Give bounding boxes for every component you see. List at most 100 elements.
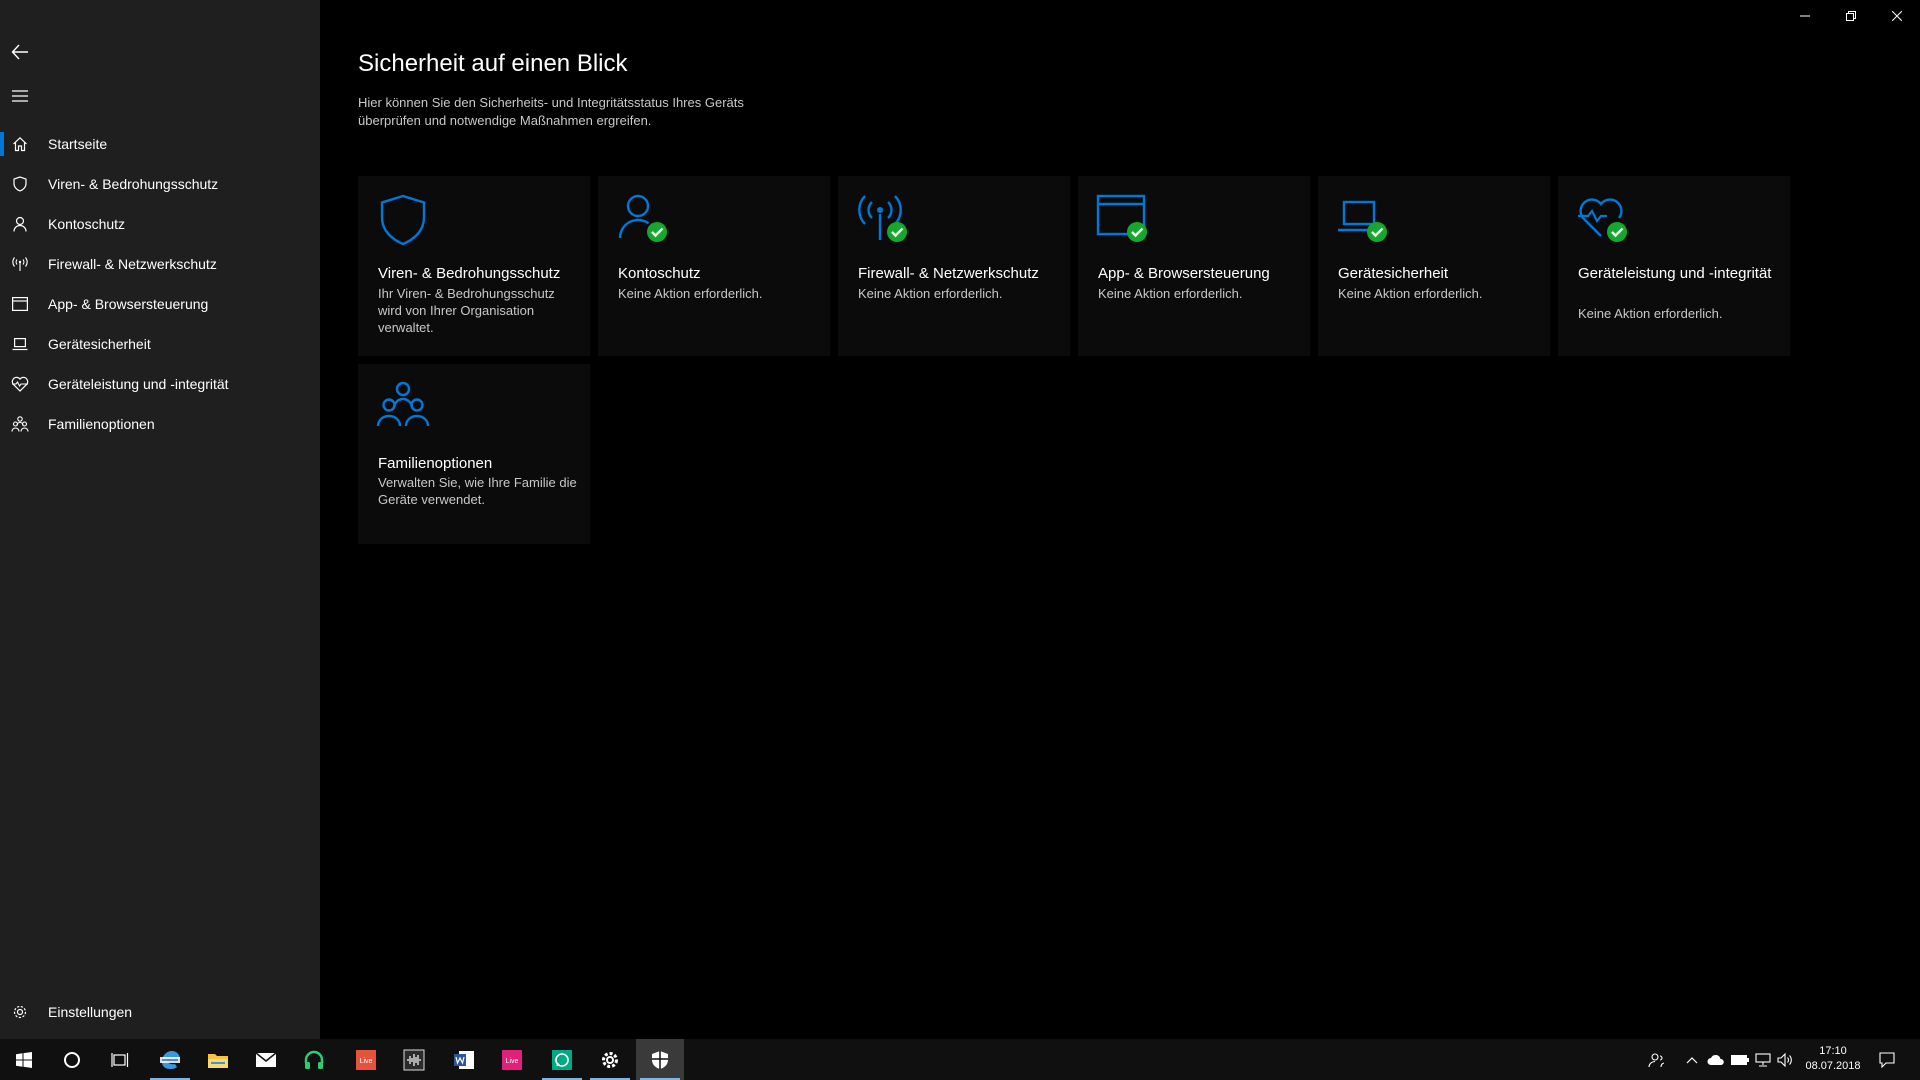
sidebar-item-label: Gerätesicherheit [48,336,151,352]
tile-viren-bedrohungsschutz[interactable]: Viren- & Bedrohungsschutz Ihr Viren- & B… [358,176,590,356]
battery-tray[interactable] [1728,1039,1752,1080]
taskbar-app-word[interactable] [440,1039,488,1080]
tile-title: Kontoschutz [618,265,701,282]
tile-title: Geräteleistung und -integrität [1578,265,1772,282]
word-icon [454,1050,474,1069]
network-icon [1755,1052,1771,1067]
taskbar-clock[interactable]: 17:10 08.07.2018 [1796,1044,1870,1074]
taskbar-app-whatsapp[interactable] [538,1039,586,1080]
sidebar-item-app-browser[interactable]: App- & Browsersteuerung [0,284,320,324]
laptop-icon [10,334,30,354]
audio-editor-icon [403,1049,425,1070]
back-button[interactable] [0,32,40,72]
close-button[interactable] [1874,0,1920,32]
tile-firewall-netzwerkschutz[interactable]: Firewall- & Netzwerkschutz Keine Aktion … [838,176,1070,356]
task-view-button[interactable] [96,1039,144,1080]
sidebar-item-label: App- & Browsersteuerung [48,296,209,312]
gear-icon [10,1002,30,1022]
live-app-icon: Live [356,1049,376,1070]
action-center-button[interactable] [1870,1039,1904,1080]
show-hidden-icons-button[interactable] [1680,1039,1704,1080]
browser-window-check-icon [1096,194,1147,242]
start-button[interactable] [0,1039,48,1080]
antenna-check-icon [858,195,907,242]
cortana-button[interactable] [48,1039,96,1080]
headset-app-icon [304,1050,324,1069]
chevron-up-icon [1686,1056,1698,1063]
tile-description: Keine Aktion erforderlich. [618,286,763,301]
sidebar-item-viren[interactable]: Viren- & Bedrohungsschutz [0,164,320,204]
restore-icon [1846,11,1856,21]
sidebar-item-label: Kontoschutz [48,216,126,232]
restore-button[interactable] [1828,0,1874,32]
close-icon [1892,11,1902,21]
family-icon [376,381,430,427]
minimize-icon [1800,15,1810,17]
taskbar-app-edge[interactable] [146,1039,194,1080]
sidebar-item-geraetesicherheit[interactable]: Gerätesicherheit [0,324,320,364]
person-icon [10,214,30,234]
people-button[interactable] [1642,1039,1672,1080]
taskbar-app-mail[interactable] [242,1039,290,1080]
hamburger-menu-button[interactable] [0,76,40,116]
onedrive-cloud-icon [1707,1054,1724,1065]
tile-app-browsersteuerung[interactable]: App- & Browsersteuerung Keine Aktion erf… [1078,176,1310,356]
onedrive-tray[interactable] [1704,1039,1728,1080]
sidebar-item-einstellungen[interactable]: Einstellungen [0,992,320,1032]
sidebar-item-familienoptionen[interactable]: Familienoptionen [0,404,320,444]
sidebar-item-kontoschutz[interactable]: Kontoschutz [0,204,320,244]
heart-pulse-icon [10,374,30,394]
taskbar-app-headset[interactable] [290,1039,338,1080]
sidebar-item-firewall[interactable]: Firewall- & Netzwerkschutz [0,244,320,284]
minimize-button[interactable] [1782,0,1828,32]
main-content: Sicherheit auf einen Blick Hier können S… [320,0,1920,1039]
tile-title: Firewall- & Netzwerkschutz [858,265,1039,282]
sidebar-item-label: Firewall- & Netzwerkschutz [48,256,217,272]
shield-icon [380,194,426,246]
page-title: Sicherheit auf einen Blick [358,50,628,77]
tile-geraeteleistung-integritaet[interactable]: Geräteleistung und -integrität Keine Akt… [1558,176,1790,356]
taskbar-app-file-explorer[interactable] [194,1039,242,1080]
tile-title: Viren- & Bedrohungsschutz [378,265,561,282]
mail-icon [255,1051,277,1067]
sidebar-item-label: Viren- & Bedrohungsschutz [48,176,219,192]
file-explorer-icon [208,1053,228,1068]
network-tray[interactable] [1752,1039,1774,1080]
cortana-icon [64,1051,80,1068]
tile-title: Gerätesicherheit [1338,265,1449,282]
hamburger-icon [12,90,28,102]
sidebar-item-startseite[interactable]: Startseite [0,124,320,164]
live-label: Live [506,1058,519,1065]
tile-description: Keine Aktion erforderlich. [1578,306,1723,321]
volume-tray[interactable] [1774,1039,1796,1080]
sidebar-item-geraeteleistung[interactable]: Geräteleistung und -integrität [0,364,320,404]
sidebar-item-label: Geräteleistung und -integrität [48,376,229,392]
browser-window-icon [10,294,30,314]
windows-security-icon [652,1050,668,1069]
page-subtitle: Hier können Sie den Sicherheits- und Int… [358,95,744,128]
antenna-icon [10,254,30,274]
task-view-icon [111,1052,129,1067]
sidebar: Startseite Viren- & Bedrohungsschutz Kon… [0,0,320,1039]
heart-pulse-check-icon [1578,198,1627,242]
notification-icon [1879,1051,1895,1068]
battery-icon [1731,1054,1749,1065]
tile-title: Familienoptionen [378,455,493,472]
tile-description: Verwalten Sie, wie Ihre Familie die Gerä… [378,475,577,507]
tile-geraetesicherheit[interactable]: Gerätesicherheit Keine Aktion erforderli… [1318,176,1550,356]
taskbar-app-settings[interactable] [586,1039,634,1080]
settings-gear-icon [602,1051,618,1068]
people-icon [1648,1052,1665,1067]
tile-description: Ihr Viren- & Bedrohungsschutz wird von I… [378,286,555,335]
taskbar-app-live-pink[interactable]: Live [488,1039,536,1080]
person-check-icon [618,194,667,242]
tile-kontoschutz[interactable]: Kontoschutz Keine Aktion erforderlich. [598,176,830,356]
tile-familienoptionen[interactable]: Familienoptionen Verwalten Sie, wie Ihre… [358,364,590,544]
tile-description: Keine Aktion erforderlich. [858,286,1003,301]
taskbar-app-audio-editor[interactable] [390,1039,438,1080]
taskbar-app-windows-security[interactable] [636,1039,684,1080]
whatsapp-icon [552,1049,572,1070]
sidebar-item-label: Familienoptionen [48,416,155,432]
speaker-icon [1777,1052,1792,1067]
taskbar-app-live[interactable]: Live [342,1039,390,1080]
